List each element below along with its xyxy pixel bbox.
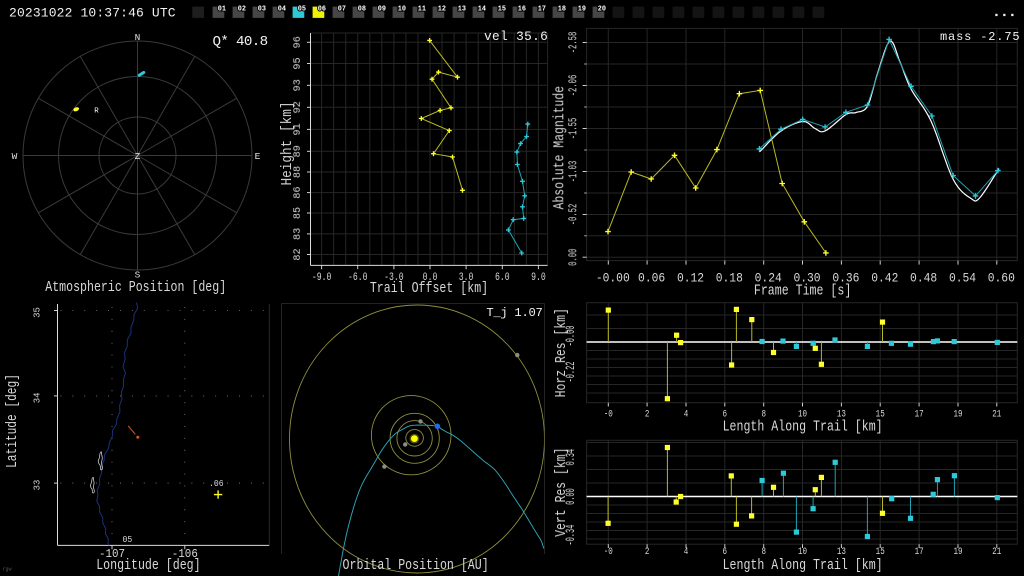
svg-text:05: 05 xyxy=(123,535,133,546)
svg-text:0.18: 0.18 xyxy=(716,271,743,286)
svg-text:-0: -0 xyxy=(604,407,613,420)
svg-text:-0.52: -0.52 xyxy=(567,204,580,226)
svg-text:Longitude [deg]: Longitude [deg] xyxy=(96,557,200,574)
svg-text:21: 21 xyxy=(992,545,1001,558)
svg-text:2: 2 xyxy=(645,407,650,420)
svg-text:04: 04 xyxy=(278,5,287,13)
svg-text:-0: -0 xyxy=(604,545,613,558)
svg-text:-2.06: -2.06 xyxy=(567,75,580,97)
svg-text:06: 06 xyxy=(318,5,326,13)
svg-text:0.54: 0.54 xyxy=(949,271,976,286)
svg-text:E: E xyxy=(255,151,261,162)
svg-text:0.00: 0.00 xyxy=(567,249,580,266)
svg-text:82: 82 xyxy=(293,248,304,260)
svg-text:13: 13 xyxy=(458,5,466,13)
svg-text:85: 85 xyxy=(293,207,304,219)
svg-text:19: 19 xyxy=(953,407,962,420)
svg-text:-1.55: -1.55 xyxy=(567,118,580,140)
svg-text:Length Along Trail [km]: Length Along Trail [km] xyxy=(723,557,883,574)
svg-text:T_j 1.07: T_j 1.07 xyxy=(486,306,542,320)
svg-text:17: 17 xyxy=(915,407,924,420)
svg-text:83: 83 xyxy=(293,228,304,240)
svg-text:Vert Res [km]: Vert Res [km] xyxy=(553,448,570,537)
svg-text:-2.58: -2.58 xyxy=(567,32,580,54)
svg-text:93: 93 xyxy=(293,79,304,91)
svg-text:Orbital Position [AU]: Orbital Position [AU] xyxy=(343,557,489,574)
svg-text:-9.0: -9.0 xyxy=(312,271,332,283)
svg-text:96: 96 xyxy=(293,36,304,48)
svg-text:4: 4 xyxy=(684,407,689,420)
svg-text:Horz Res [km]: Horz Res [km] xyxy=(553,308,570,397)
svg-text:-0.00: -0.00 xyxy=(596,271,630,286)
svg-text:08: 08 xyxy=(358,5,366,13)
svg-text:0.48: 0.48 xyxy=(910,271,937,286)
svg-text:0.06: 0.06 xyxy=(638,271,665,286)
svg-text:0.42: 0.42 xyxy=(871,271,898,286)
svg-text:Atmospheric Position [deg]: Atmospheric Position [deg] xyxy=(45,279,226,296)
svg-text:20231022 10:37:46 UTC: 20231022 10:37:46 UTC xyxy=(9,6,176,21)
svg-text:4: 4 xyxy=(684,545,689,558)
svg-text:01: 01 xyxy=(218,5,227,13)
svg-text:95: 95 xyxy=(293,57,304,69)
svg-text:0.12: 0.12 xyxy=(677,271,704,286)
svg-text:16: 16 xyxy=(518,5,526,13)
svg-text:-1.03: -1.03 xyxy=(567,161,580,183)
svg-text:34: 34 xyxy=(33,392,43,403)
svg-text:05: 05 xyxy=(298,5,306,13)
svg-text:-6.0: -6.0 xyxy=(348,271,368,283)
svg-text:6: 6 xyxy=(723,545,728,558)
svg-text:15: 15 xyxy=(876,545,885,558)
svg-text:21: 21 xyxy=(992,407,1001,420)
svg-text:10: 10 xyxy=(798,545,807,558)
svg-text:02: 02 xyxy=(238,5,246,13)
svg-text:17: 17 xyxy=(915,545,924,558)
svg-text:19: 19 xyxy=(578,5,586,13)
svg-text:33: 33 xyxy=(33,480,43,491)
svg-text:vel 35.6: vel 35.6 xyxy=(484,29,548,44)
svg-text:17: 17 xyxy=(538,5,546,13)
svg-text:12: 12 xyxy=(438,5,446,13)
svg-text:14: 14 xyxy=(478,5,487,13)
svg-text:Trail Offset [km]: Trail Offset [km] xyxy=(370,280,488,297)
svg-text:mass -2.75: mass -2.75 xyxy=(940,30,1020,44)
svg-text:rgw: rgw xyxy=(3,566,12,572)
svg-text:R: R xyxy=(94,108,99,116)
svg-text:Length Along Trail [km]: Length Along Trail [km] xyxy=(723,418,883,435)
svg-text:19: 19 xyxy=(953,545,962,558)
svg-text:8: 8 xyxy=(761,545,766,558)
svg-text:W: W xyxy=(12,151,18,162)
svg-text:9.0: 9.0 xyxy=(531,271,546,283)
svg-text:.06: .06 xyxy=(209,479,224,490)
svg-text:07: 07 xyxy=(338,5,346,13)
svg-text:18: 18 xyxy=(558,5,566,13)
svg-text:10: 10 xyxy=(398,5,406,13)
svg-text:09: 09 xyxy=(378,5,386,13)
svg-text:03: 03 xyxy=(258,5,266,13)
svg-text:Latitude [deg]: Latitude [deg] xyxy=(4,374,21,468)
svg-text:Frame Time [s]: Frame Time [s] xyxy=(754,282,851,299)
svg-text:11: 11 xyxy=(418,5,427,13)
svg-text:20: 20 xyxy=(598,5,606,13)
svg-text:Q* 40.8: Q* 40.8 xyxy=(212,34,267,50)
svg-text:15: 15 xyxy=(498,5,506,13)
svg-text:2: 2 xyxy=(645,545,650,558)
svg-text:0.60: 0.60 xyxy=(988,271,1015,286)
svg-text:Z: Z xyxy=(135,151,141,162)
svg-text:N: N xyxy=(135,32,141,43)
svg-text:Absolute Magnitude: Absolute Magnitude xyxy=(551,86,568,210)
svg-text:6.0: 6.0 xyxy=(495,271,510,283)
svg-text:35: 35 xyxy=(33,307,43,318)
svg-text:Height [km]: Height [km] xyxy=(280,101,296,185)
svg-text:13: 13 xyxy=(837,545,846,558)
svg-text:86: 86 xyxy=(293,186,304,198)
